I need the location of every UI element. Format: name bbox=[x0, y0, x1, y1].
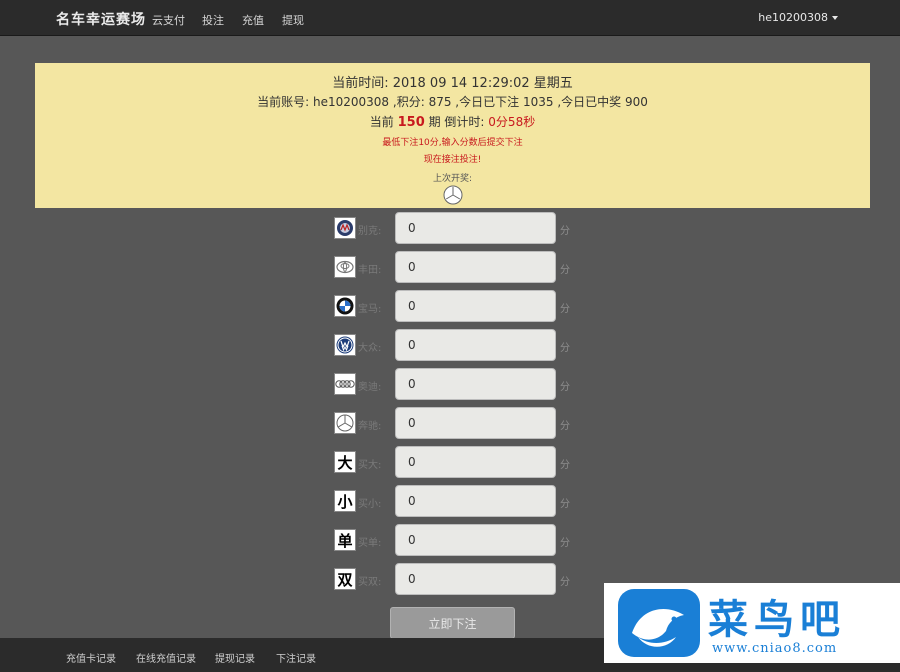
footer-link-bet-records[interactable]: 下注记录 bbox=[276, 650, 316, 665]
mercedes-logo-icon bbox=[443, 185, 463, 205]
period-number: 150 bbox=[397, 115, 425, 130]
nav-link-recharge[interactable]: 充值 bbox=[242, 12, 264, 28]
big-char-icon: 大 bbox=[334, 451, 356, 473]
account-label: 当前账号: bbox=[257, 95, 310, 109]
bet-amount-input[interactable] bbox=[395, 524, 556, 556]
unit-label: 分 bbox=[560, 538, 570, 549]
bet-label: 大众: bbox=[358, 343, 382, 354]
bet-amount-input[interactable] bbox=[395, 251, 556, 283]
bet-row-small: 小 买小: 分 bbox=[334, 485, 574, 517]
bet-row-mercedes: 奔驰: 分 bbox=[334, 407, 574, 439]
unit-label: 分 bbox=[560, 226, 570, 237]
today-bet-value: 1035 bbox=[522, 95, 554, 109]
nav-link-cloud-pay[interactable]: 云支付 bbox=[152, 12, 185, 28]
bet-label: 奔驰: bbox=[358, 421, 382, 432]
buick-logo-icon bbox=[334, 217, 356, 239]
period-prefix: 当前 bbox=[369, 115, 394, 129]
unit-label: 分 bbox=[560, 304, 570, 315]
today-win-label: ,今日已中奖 bbox=[557, 95, 622, 109]
account-value: he10200308 bbox=[312, 95, 390, 109]
account-summary: 当前账号: he10200308 ,积分: 875 ,今日已下注 1035 ,今… bbox=[35, 93, 870, 110]
bet-row-toyota: 丰田: 分 bbox=[334, 251, 574, 283]
bet-amount-input[interactable] bbox=[395, 368, 556, 400]
bet-amount-input[interactable] bbox=[395, 329, 556, 361]
unit-label: 分 bbox=[560, 421, 570, 432]
today-win-value: 900 bbox=[624, 95, 648, 109]
bird-logo-icon bbox=[618, 589, 700, 657]
last-result-label: 上次开奖: bbox=[432, 174, 473, 184]
time-label: 当前时间: bbox=[332, 76, 389, 91]
bet-row-buick: 别克: 分 bbox=[334, 212, 574, 244]
footer-link-card-recharge-records[interactable]: 充值卡记录 bbox=[66, 650, 116, 665]
countdown-timer: 0分58秒 bbox=[488, 115, 536, 129]
bet-amount-input[interactable] bbox=[395, 563, 556, 595]
bet-label: 丰田: bbox=[358, 265, 382, 276]
bet-label: 别克: bbox=[358, 226, 382, 237]
footer-link-online-recharge-records[interactable]: 在线充值记录 bbox=[136, 650, 196, 665]
nav-link-withdraw[interactable]: 提现 bbox=[282, 12, 304, 28]
single-char-icon: 单 bbox=[334, 529, 356, 551]
bet-row-volkswagen: 大众: 分 bbox=[334, 329, 574, 361]
site-watermark: 菜鸟吧 www.cniao8.com bbox=[604, 583, 900, 663]
small-char-icon: 小 bbox=[334, 490, 356, 512]
audi-logo-icon bbox=[334, 373, 356, 395]
bet-label: 宝马: bbox=[358, 304, 382, 315]
period-suffix: 期 倒计时: bbox=[428, 115, 485, 129]
time-value: 2018 09 14 12:29:02 星期五 bbox=[392, 76, 573, 91]
footer-link-withdraw-records[interactable]: 提现记录 bbox=[215, 650, 255, 665]
today-bet-label: ,今日已下注 bbox=[455, 95, 520, 109]
bet-row-single: 单 买单: 分 bbox=[334, 524, 574, 556]
bet-amount-input[interactable] bbox=[395, 407, 556, 439]
unit-label: 分 bbox=[560, 577, 570, 588]
round-info-panel: 当前时间: 2018 09 14 12:29:02 星期五 当前账号: he10… bbox=[35, 63, 870, 208]
toyota-logo-icon bbox=[334, 256, 356, 278]
watermark-text: 菜鸟吧 bbox=[708, 596, 846, 643]
mercedes-logo-icon bbox=[334, 412, 356, 434]
bet-row-audi: 奥迪: 分 bbox=[334, 368, 574, 400]
unit-label: 分 bbox=[560, 460, 570, 471]
min-bet-notice: 最低下注10分,输入分数后提交下注 bbox=[382, 138, 523, 148]
bet-label: 买大: bbox=[358, 460, 382, 471]
unit-label: 分 bbox=[560, 343, 570, 354]
unit-label: 分 bbox=[560, 499, 570, 510]
bet-label: 买小: bbox=[358, 499, 382, 510]
unit-label: 分 bbox=[560, 265, 570, 276]
username: he10200308 bbox=[758, 11, 828, 24]
bet-row-bmw: 宝马: 分 bbox=[334, 290, 574, 322]
watermark-url: www.cniao8.com bbox=[712, 641, 838, 656]
double-char-icon: 双 bbox=[334, 568, 356, 590]
bet-label: 买单: bbox=[358, 538, 382, 549]
points-label: ,积分: bbox=[392, 95, 425, 109]
unit-label: 分 bbox=[560, 382, 570, 393]
current-time: 当前时间: 2018 09 14 12:29:02 星期五 bbox=[35, 72, 870, 91]
bet-amount-input[interactable] bbox=[395, 446, 556, 478]
period-countdown: 当前 150 期 倒计时: 0分58秒 bbox=[35, 113, 870, 130]
bet-amount-input[interactable] bbox=[395, 290, 556, 322]
bet-row-double: 双 买双: 分 bbox=[334, 563, 574, 595]
bet-label: 买双: bbox=[358, 577, 382, 588]
bet-row-big: 大 买大: 分 bbox=[334, 446, 574, 478]
volkswagen-logo-icon bbox=[334, 334, 356, 356]
betting-open-notice: 现在接注投注! bbox=[423, 155, 482, 165]
points-value: 875 bbox=[428, 95, 452, 109]
bet-amount-input[interactable] bbox=[395, 485, 556, 517]
place-bet-button[interactable]: 立即下注 bbox=[390, 607, 515, 639]
bet-amount-input[interactable] bbox=[395, 212, 556, 244]
site-brand[interactable]: 名车幸运赛场 bbox=[56, 9, 146, 29]
caret-down-icon bbox=[832, 16, 838, 20]
top-navbar: 名车幸运赛场 云支付 投注 充值 提现 he10200308 bbox=[0, 0, 900, 36]
bet-label: 奥迪: bbox=[358, 382, 382, 393]
user-menu[interactable]: he10200308 bbox=[758, 11, 838, 24]
nav-link-bet[interactable]: 投注 bbox=[202, 12, 224, 28]
bmw-logo-icon bbox=[334, 295, 356, 317]
